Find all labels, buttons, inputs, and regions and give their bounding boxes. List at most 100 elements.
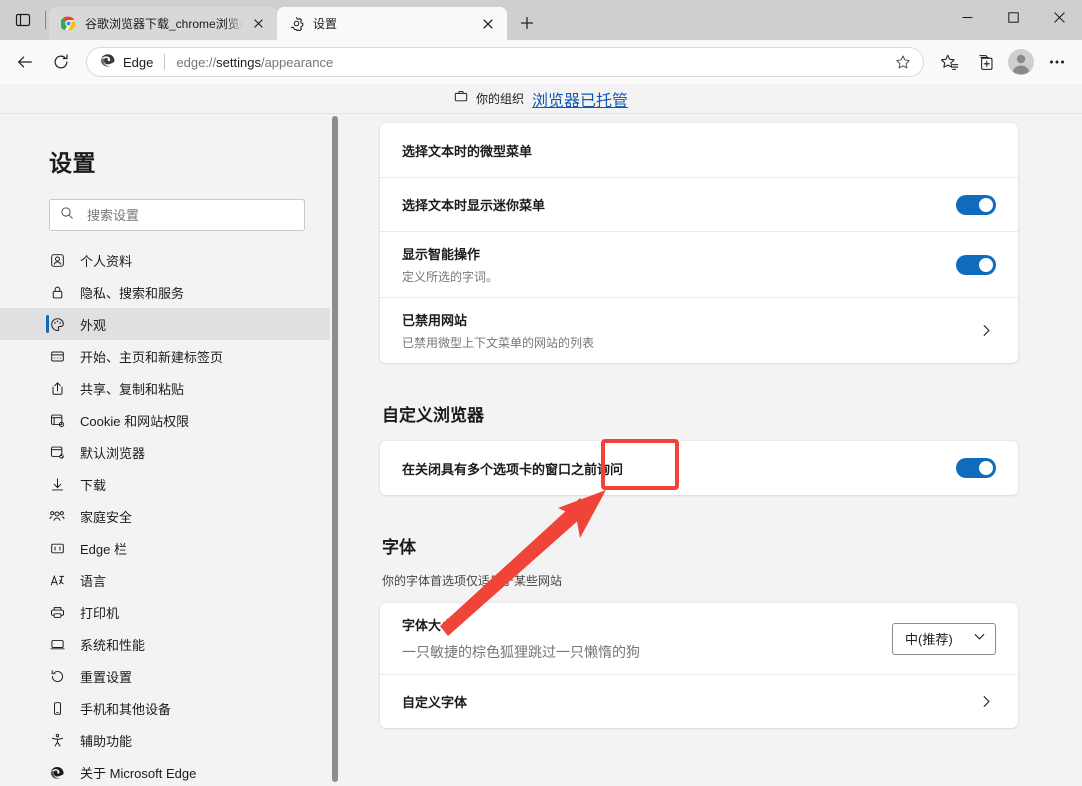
favorites-icon[interactable] bbox=[932, 46, 966, 78]
sidebar-item-label: 开始、主页和新建标签页 bbox=[80, 349, 224, 365]
fonts-card: 字体大小 一只敏捷的棕色狐狸跳过一只懒惰的狗 中(推荐) 自定义字体 bbox=[380, 603, 1018, 728]
window-controls bbox=[944, 0, 1082, 34]
sidebar-item-phone[interactable]: 手机和其他设备 bbox=[0, 692, 332, 724]
more-options-icon[interactable] bbox=[1040, 46, 1074, 78]
omnibox-divider bbox=[164, 54, 166, 70]
browser-tab-1[interactable]: 谷歌浏览器下载_chrome浏览器官 bbox=[49, 7, 277, 40]
sidebar-item-label: 手机和其他设备 bbox=[80, 701, 172, 717]
lock-icon bbox=[49, 284, 65, 300]
setting-row-customize-fonts[interactable]: 自定义字体 bbox=[380, 674, 1018, 728]
setting-row-smart-actions[interactable]: 显示智能操作 定义所选的字词。 bbox=[380, 231, 1018, 297]
back-icon[interactable] bbox=[8, 46, 42, 78]
chevron-right-icon[interactable] bbox=[976, 692, 996, 712]
setting-title: 已禁用网站 bbox=[402, 313, 468, 328]
sidebar-item-about[interactable]: 关于 Microsoft Edge bbox=[0, 756, 332, 786]
close-window-button[interactable] bbox=[1036, 0, 1082, 34]
font-size-value: 中(推荐) bbox=[905, 632, 953, 647]
cookie-icon bbox=[49, 412, 65, 428]
sidebar-nav-list: 个人资料 隐私、搜索和服务 外观 开始、主页和新建标签页 共享、复制和粘贴 Co… bbox=[0, 244, 332, 786]
sidebar-item-family[interactable]: 家庭安全 bbox=[0, 500, 332, 532]
sidebar-item-label: 下载 bbox=[80, 477, 107, 493]
toggle-knob bbox=[979, 461, 993, 475]
language-icon bbox=[49, 572, 65, 588]
sidebar-item-startup[interactable]: 开始、主页和新建标签页 bbox=[0, 340, 332, 372]
search-icon bbox=[60, 206, 74, 225]
font-size-dropdown[interactable]: 中(推荐) bbox=[892, 622, 996, 655]
section-heading-customize: 自定义浏览器 bbox=[382, 406, 484, 425]
refresh-icon[interactable] bbox=[44, 46, 78, 78]
gear-icon bbox=[288, 16, 304, 32]
collections-icon[interactable] bbox=[968, 46, 1002, 78]
sidebar-item-label: 个人资料 bbox=[80, 253, 133, 269]
settings-content: 选择文本时的微型菜单 选择文本时显示迷你菜单 显示智能操作 定义所选的字词。 已… bbox=[332, 114, 1082, 785]
row-text: 已禁用网站 已禁用微型上下文菜单的网站的列表 bbox=[402, 298, 976, 363]
tab-close-button[interactable] bbox=[477, 13, 499, 35]
toggle-confirm-close-tabs[interactable] bbox=[956, 458, 996, 478]
newtab-icon bbox=[49, 348, 65, 364]
add-favorite-icon[interactable] bbox=[889, 49, 917, 75]
search-input[interactable] bbox=[87, 207, 294, 223]
setting-title: 选择文本时显示迷你菜单 bbox=[402, 198, 546, 213]
sidebar-item-printers[interactable]: 打印机 bbox=[0, 596, 332, 628]
tab-search-button[interactable] bbox=[4, 1, 42, 39]
setting-description: 已禁用微型上下文菜单的网站的列表 bbox=[402, 336, 595, 350]
mini-menu-card: 选择文本时的微型菜单 选择文本时显示迷你菜单 显示智能操作 定义所选的字词。 已… bbox=[380, 123, 1018, 363]
sidebar-item-share[interactable]: 共享、复制和粘贴 bbox=[0, 372, 332, 404]
title-bar: 谷歌浏览器下载_chrome浏览器官 设置 bbox=[0, 0, 1082, 40]
sidebar-item-accessibility[interactable]: 辅助功能 bbox=[0, 724, 332, 756]
card-header-title: 选择文本时的微型菜单 bbox=[402, 143, 533, 159]
managed-banner-text: 你的组织 bbox=[475, 92, 524, 106]
sidebar-item-downloads[interactable]: 下载 bbox=[0, 468, 332, 500]
row-text: 选择文本时显示迷你菜单 bbox=[402, 183, 956, 226]
setting-row-confirm-close-tabs[interactable]: 在关闭具有多个选项卡的窗口之前询问 bbox=[380, 441, 1018, 495]
profile-avatar[interactable] bbox=[1004, 46, 1038, 78]
sidebar-item-default-browser[interactable]: 默认浏览器 bbox=[0, 436, 332, 468]
setting-row-font-size[interactable]: 字体大小 一只敏捷的棕色狐狸跳过一只懒惰的狗 中(推荐) bbox=[380, 603, 1018, 674]
sidebar-item-cookies[interactable]: Cookie 和网站权限 bbox=[0, 404, 332, 436]
row-text: 字体大小 一只敏捷的棕色狐狸跳过一只懒惰的狗 bbox=[402, 603, 892, 674]
toggle-show-mini-menu[interactable] bbox=[956, 194, 996, 215]
new-tab-button[interactable] bbox=[512, 8, 542, 38]
setting-title: 自定义字体 bbox=[402, 695, 468, 710]
browser-tab-2[interactable]: 设置 bbox=[277, 7, 507, 40]
page-title: 设置 bbox=[49, 150, 96, 176]
setting-title: 在关闭具有多个选项卡的窗口之前询问 bbox=[402, 461, 624, 477]
sidebar-item-label: 语言 bbox=[80, 573, 107, 589]
toggle-smart-actions[interactable] bbox=[956, 254, 996, 275]
mini-menu-card-header: 选择文本时的微型菜单 bbox=[380, 123, 1018, 177]
minimize-button[interactable] bbox=[944, 0, 990, 34]
edge-icon bbox=[49, 764, 65, 780]
sidebar-item-label: 隐私、搜索和服务 bbox=[80, 285, 185, 301]
sidebar-item-reset[interactable]: 重置设置 bbox=[0, 660, 332, 692]
row-text: 显示智能操作 定义所选的字词。 bbox=[402, 232, 956, 297]
sidebar-item-label: 重置设置 bbox=[80, 669, 133, 685]
sidebar-item-languages[interactable]: 语言 bbox=[0, 564, 332, 596]
tab-close-button[interactable] bbox=[247, 13, 269, 35]
edge-brand: Edge bbox=[99, 51, 153, 73]
reset-icon bbox=[49, 668, 65, 684]
tab-strip: 谷歌浏览器下载_chrome浏览器官 设置 bbox=[0, 0, 944, 40]
edgebar-icon bbox=[49, 540, 65, 556]
system-icon bbox=[49, 636, 65, 652]
managed-banner-link[interactable]: 浏览器已托管 bbox=[532, 87, 628, 111]
toggle-knob bbox=[979, 197, 993, 212]
chevron-right-icon[interactable] bbox=[976, 321, 996, 341]
sidebar-item-label: 家庭安全 bbox=[80, 509, 133, 525]
sidebar-item-system[interactable]: 系统和性能 bbox=[0, 628, 332, 660]
tab-divider bbox=[45, 11, 46, 29]
sidebar-item-profile[interactable]: 个人资料 bbox=[0, 244, 332, 276]
maximize-button[interactable] bbox=[990, 0, 1036, 34]
setting-row-show-mini-menu[interactable]: 选择文本时显示迷你菜单 bbox=[380, 177, 1018, 231]
sidebar-item-label: 默认浏览器 bbox=[80, 445, 146, 461]
address-bar[interactable]: Edge edge://settings/appearance bbox=[86, 47, 924, 77]
sidebar-item-label: 关于 Microsoft Edge bbox=[80, 765, 197, 781]
sidebar-item-privacy[interactable]: 隐私、搜索和服务 bbox=[0, 276, 332, 308]
url-path: /appearance bbox=[260, 54, 334, 70]
sidebar-item-appearance[interactable]: 外观 bbox=[0, 308, 332, 340]
url-host: settings bbox=[216, 54, 261, 70]
sidebar-item-label: 共享、复制和粘贴 bbox=[80, 381, 185, 397]
search-settings-box[interactable] bbox=[49, 199, 305, 231]
setting-row-disabled-sites[interactable]: 已禁用网站 已禁用微型上下文菜单的网站的列表 bbox=[380, 297, 1018, 363]
sidebar-item-edge-bar[interactable]: Edge 栏 bbox=[0, 532, 332, 564]
row-text: 在关闭具有多个选项卡的窗口之前询问 bbox=[402, 447, 956, 490]
